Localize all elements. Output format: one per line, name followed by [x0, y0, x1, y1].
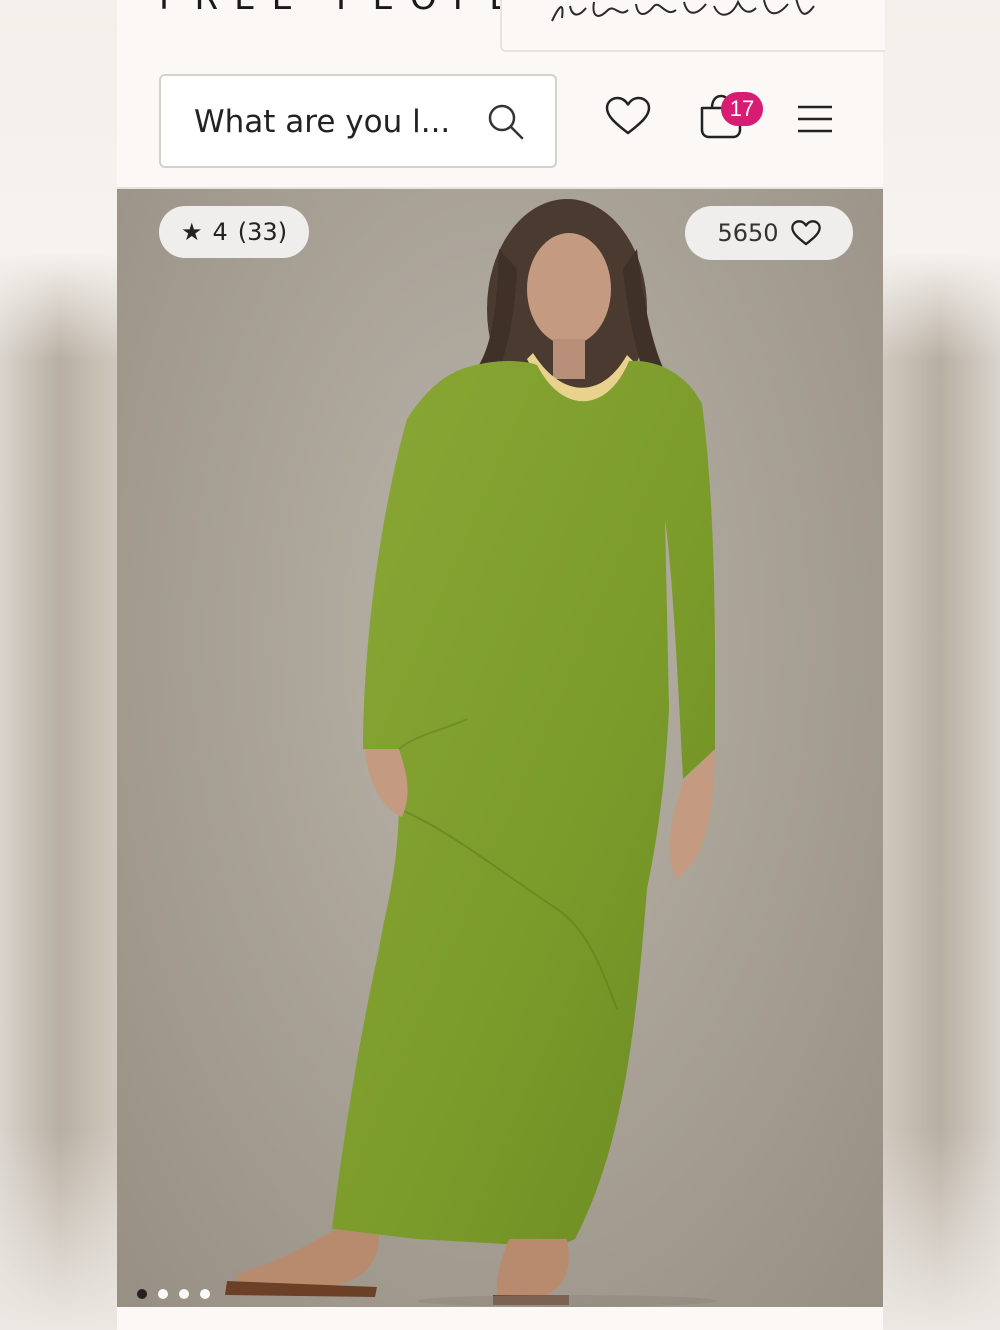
search-icon[interactable] — [487, 103, 525, 141]
favorite-count-button[interactable]: 5650 — [685, 206, 853, 260]
movement-brand-tab[interactable] — [500, 0, 885, 52]
search-input[interactable]: What are you l... — [159, 74, 557, 168]
favorite-count: 5650 — [717, 219, 779, 247]
brand-bar: FREE PEOPLE — [117, 0, 885, 52]
cart-button[interactable]: 17 — [699, 92, 769, 144]
hamburger-menu-icon[interactable] — [797, 104, 833, 134]
carousel-dot[interactable] — [137, 1289, 147, 1299]
carousel-dot[interactable] — [179, 1289, 189, 1299]
product-photo — [225, 199, 717, 1307]
page-bottom — [117, 1307, 883, 1330]
product-image-carousel[interactable]: ★ 4 (33) 5650 — [117, 189, 883, 1307]
header: What are you l... 17 — [117, 74, 883, 170]
carousel-pagination — [137, 1289, 210, 1299]
rating-value: 4 — [212, 218, 228, 246]
search-placeholder: What are you l... — [194, 104, 451, 140]
cart-count-badge: 17 — [721, 92, 763, 126]
star-icon: ★ — [181, 218, 203, 246]
carousel-dot[interactable] — [200, 1289, 210, 1299]
rating-badge[interactable]: ★ 4 (33) — [159, 206, 310, 258]
mobile-page: FREE PEOPLE What are you l... 17 — [117, 0, 885, 1330]
review-count: (33) — [237, 218, 288, 246]
wishlist-heart-icon[interactable] — [605, 96, 651, 136]
movement-logo-script — [551, 0, 815, 22]
carousel-dot[interactable] — [158, 1289, 168, 1299]
heart-icon — [790, 220, 821, 246]
